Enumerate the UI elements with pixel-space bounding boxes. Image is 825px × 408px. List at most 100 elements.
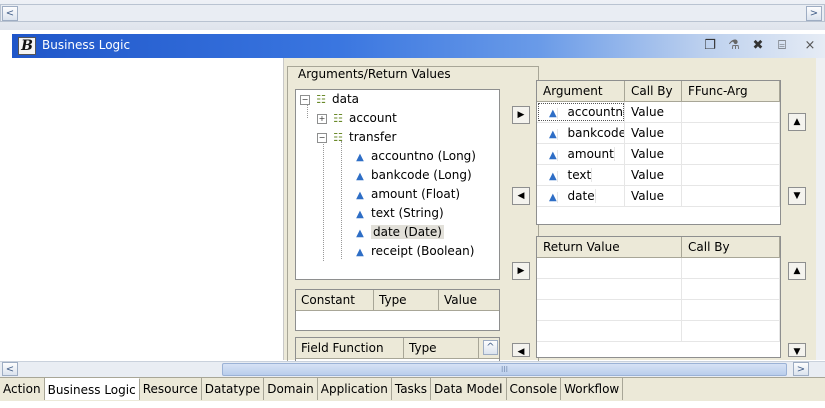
right-vertical-scrollbar[interactable] [816,58,825,360]
field-function-table[interactable]: Field Function Type ^ [295,337,500,363]
move-return-up-button[interactable]: ▲ [788,262,806,280]
table-row[interactable]: ▲ text Value [537,165,780,186]
properties-icon[interactable]: ⌸ [774,38,790,54]
tree-node-label: account [349,111,397,125]
hierarchy-icon[interactable]: ⚗ [726,38,742,54]
tab-business-logic[interactable]: Business Logic [44,378,140,400]
tree-node-label: date (Date) [371,225,444,239]
call-by-cell[interactable]: Value [625,144,682,164]
tab-tasks[interactable]: Tasks [392,378,431,400]
column-header[interactable]: Return Value [537,237,682,257]
tree-node-transfer[interactable]: − ☷ transfer [317,128,396,147]
constant-table[interactable]: Constant Type Value [295,289,500,331]
column-header[interactable]: Field Function [296,338,404,358]
return-value-table[interactable]: Return Value Call By [536,236,781,358]
add-return-value-button[interactable]: ▶ [512,262,530,280]
table-row[interactable] [537,279,780,300]
tree-node-data[interactable]: − ☷ data [300,90,359,109]
tab-application[interactable]: Application [318,378,392,400]
tree-node-accountno[interactable]: ▲ accountno (Long) [353,147,476,166]
data-tree[interactable]: − ☷ data + ☷ account − ☷ transfer ▲ accountno (… [295,89,500,280]
scroll-up-icon[interactable]: ^ [483,340,498,355]
field-function-table-header: Field Function Type [296,338,499,359]
return-value-table-header: Return Value Call By [537,237,780,258]
call-by-cell[interactable]: Value [625,102,682,122]
ffunc-arg-cell[interactable] [682,123,780,143]
top-scroll-right-button[interactable]: > [806,6,822,21]
tab-workflow[interactable]: Workflow [561,378,624,400]
tab-domain[interactable]: Domain [264,378,318,400]
tab-console[interactable]: Console [507,378,562,400]
column-header[interactable]: Call By [682,237,780,257]
call-by-cell[interactable]: Value [625,186,682,206]
field-icon: ▲ [356,247,364,258]
column-header[interactable]: Call By [625,81,682,101]
ffunc-arg-cell[interactable] [682,186,780,206]
argument-table[interactable]: Argument Call By FFunc-Arg ▲ accountno V… [536,80,781,225]
move-argument-down-button[interactable]: ▼ [788,187,806,205]
column-header[interactable]: Constant [296,290,374,310]
left-panel[interactable] [12,58,284,360]
ffunc-arg-cell[interactable] [682,102,780,122]
ffunc-arg-cell[interactable] [682,165,780,185]
tab-data-model[interactable]: Data Model [431,378,507,400]
column-header[interactable]: Type [374,290,439,310]
table-row[interactable]: ▲ amount Value [537,144,780,165]
table-row[interactable]: ▲ bankcode Value [537,123,780,144]
tree-node-date[interactable]: ▲ date (Date) [353,223,444,242]
collapse-icon[interactable]: − [300,94,310,105]
call-by-cell[interactable]: Value [625,123,682,143]
panel-title: Business Logic [42,38,131,52]
field-icon: ▲ [356,228,364,239]
top-horizontal-scrollbar[interactable] [0,4,825,22]
table-row[interactable] [537,300,780,321]
tree-node-bankcode[interactable]: ▲ bankcode (Long) [353,166,472,185]
field-icon: ▲ [356,190,364,201]
move-argument-up-button[interactable]: ▲ [788,113,806,131]
business-logic-logo-icon: B [18,37,36,55]
move-return-down-button[interactable]: ▼ [788,343,806,357]
delete-icon[interactable]: ✖ [750,38,766,54]
column-header[interactable]: Value [439,290,499,310]
table-row[interactable]: ▲ accountno Value [537,102,780,123]
view-tabs: Action Business Logic Resource Datatype … [0,377,825,401]
table-row[interactable] [537,321,780,342]
scroll-thumb[interactable]: III [222,363,787,376]
close-icon[interactable]: × [802,38,818,54]
tab-resource[interactable]: Resource [140,378,202,400]
bottom-horizontal-scrollbar[interactable]: < III > [0,361,825,377]
add-argument-button[interactable]: ▶ [512,106,530,124]
tree-node-label: data [332,92,360,106]
remove-argument-button[interactable]: ◀ [512,187,530,205]
collapse-icon[interactable]: − [317,132,327,143]
field-icon: ▲ [543,192,558,203]
top-scroll-left-button[interactable]: < [2,6,18,21]
constant-table-header: Constant Type Value [296,290,499,311]
field-icon: ▲ [356,209,364,220]
field-icon: ▲ [356,152,364,163]
tree-node-label: transfer [349,130,397,144]
expand-icon[interactable]: + [317,113,327,124]
remove-return-value-button[interactable]: ◀ [512,343,530,357]
field-icon: ▲ [543,129,558,140]
business-logic-editor: Arguments/Return Values − ☷ data + ☷ account… [284,58,816,363]
tree-node-receipt[interactable]: ▲ receipt (Boolean) [353,242,474,261]
tab-action[interactable]: Action [0,378,45,400]
table-row[interactable]: ▲ date Value [537,186,780,207]
scroll-left-button[interactable]: < [2,362,18,376]
column-header[interactable]: Type [404,338,479,358]
tree-node-account[interactable]: + ☷ account [317,109,397,128]
panel-title-bar: B Business Logic ❐ ⚗ ✖ ⌸ × [12,34,825,58]
argument-cell: ▲ bankcode [537,123,625,143]
scroll-right-button[interactable]: > [793,362,809,376]
column-header[interactable]: Argument [537,81,625,101]
column-header[interactable]: FFunc-Arg [682,81,780,101]
tree-node-text[interactable]: ▲ text (String) [353,204,444,223]
tab-datatype[interactable]: Datatype [202,378,265,400]
ffunc-arg-cell[interactable] [682,144,780,164]
structure-icon: ☷ [333,112,343,125]
call-by-cell[interactable]: Value [625,165,682,185]
new-document-icon[interactable]: ❐ [702,38,718,54]
table-row[interactable] [537,258,780,279]
tree-node-amount[interactable]: ▲ amount (Float) [353,185,460,204]
